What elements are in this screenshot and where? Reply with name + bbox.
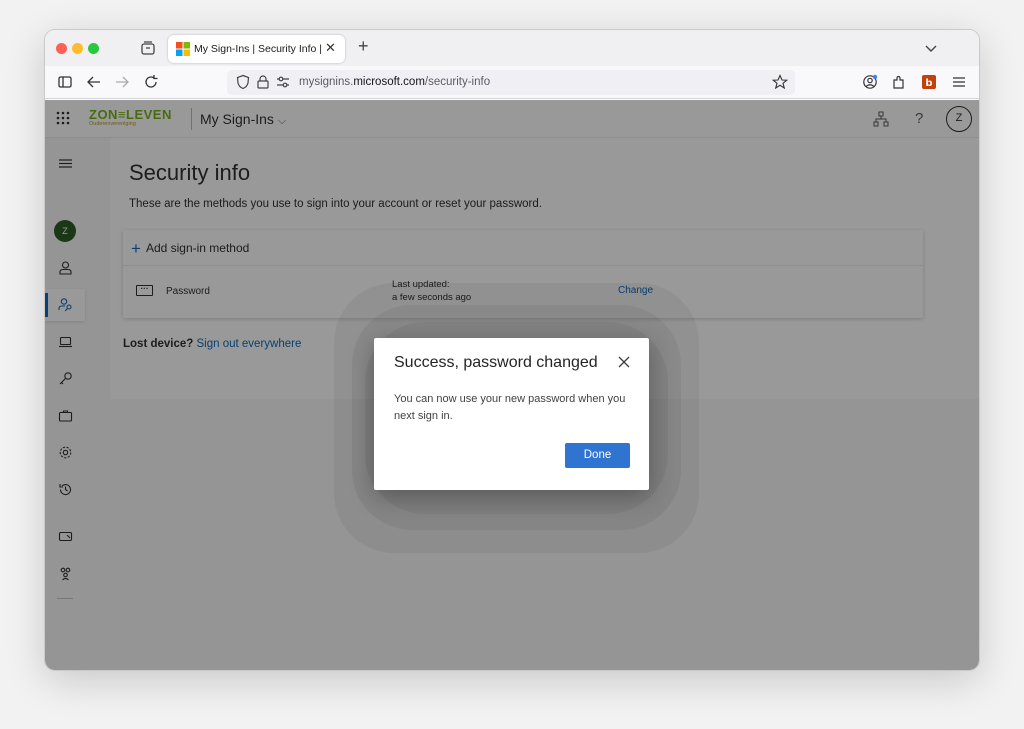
success-dialog: Success, password changed You can now us… bbox=[374, 338, 649, 490]
close-window-button[interactable] bbox=[56, 43, 67, 54]
tab-title: My Sign-Ins | Security Info | Mic bbox=[194, 43, 324, 55]
back-arrow-icon[interactable] bbox=[86, 74, 102, 90]
browser-window: My Sign-Ins | Security Info | Mic ✕ + bbox=[45, 30, 979, 670]
account-icon[interactable] bbox=[862, 74, 878, 90]
tab-list-icon[interactable] bbox=[140, 40, 156, 56]
maximize-window-button[interactable] bbox=[88, 43, 99, 54]
star-icon[interactable] bbox=[772, 74, 788, 90]
tab-active[interactable]: My Sign-Ins | Security Info | Mic ✕ bbox=[168, 35, 345, 63]
url-bar[interactable]: mysignins.microsoft.com/security-info bbox=[227, 70, 795, 95]
sidebar-toggle-icon[interactable] bbox=[57, 74, 73, 90]
close-icon[interactable] bbox=[617, 355, 631, 369]
dialog-title: Success, password changed bbox=[394, 354, 598, 371]
menu-icon[interactable] bbox=[951, 74, 967, 90]
extension-badge-icon[interactable]: b bbox=[921, 74, 937, 90]
dialog-message: You can now use your new password when y… bbox=[394, 393, 626, 422]
tab-bar: My Sign-Ins | Security Info | Mic ✕ + bbox=[45, 30, 979, 66]
done-button[interactable]: Done bbox=[565, 443, 630, 468]
new-tab-icon[interactable]: + bbox=[358, 36, 369, 57]
shield-icon[interactable] bbox=[235, 74, 251, 90]
svg-text:b: b bbox=[925, 78, 932, 89]
reload-icon[interactable] bbox=[143, 74, 159, 90]
nav-bar: mysignins.microsoft.com/security-info b bbox=[45, 66, 979, 99]
page: ZON≡LEVEN Ouderenvereniging My Sign-Ins ⌵… bbox=[45, 100, 979, 670]
close-tab-icon[interactable]: ✕ bbox=[325, 40, 336, 56]
microsoft-logo-icon bbox=[176, 42, 190, 56]
extensions-icon[interactable] bbox=[891, 74, 907, 90]
lock-icon[interactable] bbox=[255, 74, 271, 90]
chevron-down-icon[interactable] bbox=[923, 40, 939, 56]
minimize-window-button[interactable] bbox=[72, 43, 83, 54]
permissions-icon[interactable] bbox=[275, 74, 291, 90]
url-text[interactable]: mysignins.microsoft.com/security-info bbox=[299, 76, 490, 88]
forward-arrow-icon[interactable] bbox=[114, 74, 130, 90]
